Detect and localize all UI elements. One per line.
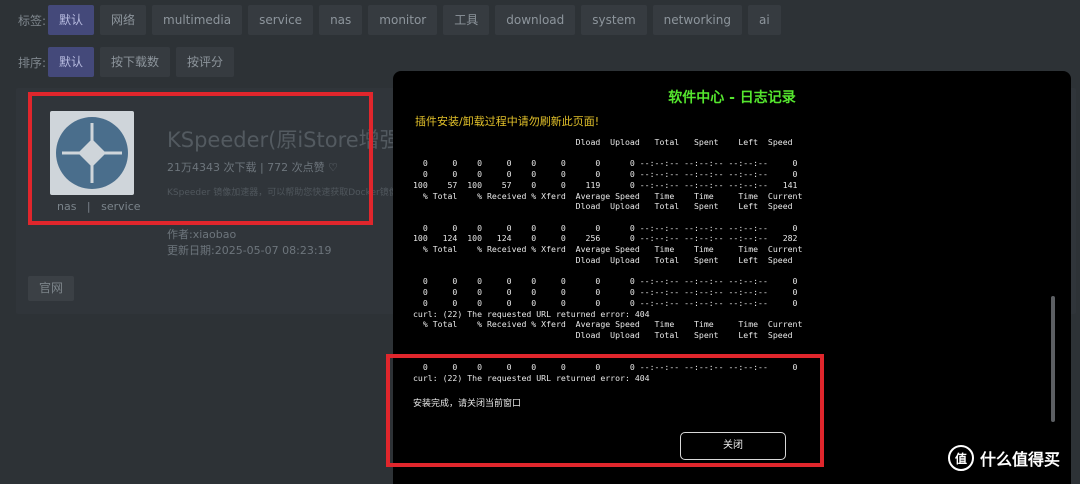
app-author: 作者:xiaobao — [167, 228, 237, 241]
modal-title: 软件中心 - 日志记录 — [668, 90, 796, 106]
tag-chip-system[interactable]: system — [581, 5, 647, 35]
tag-chip-networking[interactable]: networking — [652, 5, 742, 35]
log-line: 100 124 100 124 0 0 256 0 --:--:-- --:--… — [413, 233, 798, 244]
sort-chip-downloads[interactable]: 按下载数 — [100, 47, 171, 77]
tag-chip-network[interactable]: 网络 — [100, 5, 147, 35]
sort-chip-rating[interactable]: 按评分 — [176, 47, 235, 77]
log-line: 0 0 0 0 0 0 0 0 --:--:-- --:--:-- --:--:… — [422, 297, 798, 308]
log-line: 0 0 0 0 0 0 0 0 --:--:-- --:--:-- --:--:… — [422, 158, 798, 169]
tag-chip-download[interactable]: download — [495, 5, 576, 35]
highlight-box-log-end — [386, 354, 824, 467]
log-line: curl: (22) The requested URL returned er… — [413, 308, 650, 319]
tag-filter-row: 标签: 默认 网络 multimedia service nas monitor… — [0, 3, 787, 37]
log-line: 0 0 0 0 0 0 0 0 --:--:-- --:--:-- --:--:… — [422, 287, 798, 298]
sort-row: 排序: 默认 按下载数 按评分 — [0, 45, 240, 79]
watermark-logo-icon: 值 — [948, 445, 974, 471]
tag-chip-multimedia[interactable]: multimedia — [152, 5, 243, 35]
tag-chip-service[interactable]: service — [248, 5, 314, 35]
log-line: Dload Upload Total Spent Left Speed — [575, 137, 793, 147]
log-line: 0 0 0 0 0 0 0 0 --:--:-- --:--:-- --:--:… — [422, 276, 798, 287]
modal-warning: 插件安装/卸载过程中请勿刷新此页面! — [415, 115, 600, 128]
log-line: 0 0 0 0 0 0 0 0 --:--:-- --:--:-- --:--:… — [422, 222, 798, 233]
tag-filter-label: 标签: — [17, 13, 46, 28]
highlight-box-app — [28, 92, 373, 225]
log-line: 100 57 100 57 0 0 119 0 --:--:-- --:--:-… — [413, 179, 798, 190]
tag-chip-nas[interactable]: nas — [319, 5, 363, 35]
log-line: 0 0 0 0 0 0 0 0 --:--:-- --:--:-- --:--:… — [422, 169, 798, 180]
tag-chip-tools[interactable]: 工具 — [443, 5, 490, 35]
tag-chip-default[interactable]: 默认 — [48, 5, 95, 35]
log-line: % Total % Received % Xferd Average Speed… — [422, 190, 803, 201]
app-updated-date: 更新日期:2025-05-07 08:23:19 — [167, 244, 332, 257]
sort-chip-default[interactable]: 默认 — [48, 47, 95, 77]
log-scrollbar[interactable] — [1051, 296, 1055, 422]
sort-label: 排序: — [17, 55, 46, 70]
watermark: 值 什么值得买 — [948, 445, 1060, 471]
website-button[interactable]: 官网 — [28, 276, 74, 301]
log-line: Dload Upload Total Spent Left Speed — [575, 254, 793, 265]
log-line: Dload Upload Total Spent Left Speed — [575, 329, 793, 340]
log-line: % Total % Received % Xferd Average Speed… — [422, 244, 803, 255]
install-log: Dload Upload Total Spent Left Speed 0 0 … — [413, 137, 802, 384]
tag-chip-monitor[interactable]: monitor — [368, 5, 438, 35]
watermark-text: 什么值得买 — [980, 450, 1061, 469]
log-line: % Total % Received % Xferd Average Speed… — [422, 319, 803, 330]
log-line: Dload Upload Total Spent Left Speed — [575, 201, 793, 212]
tag-chip-ai[interactable]: ai — [747, 5, 781, 35]
